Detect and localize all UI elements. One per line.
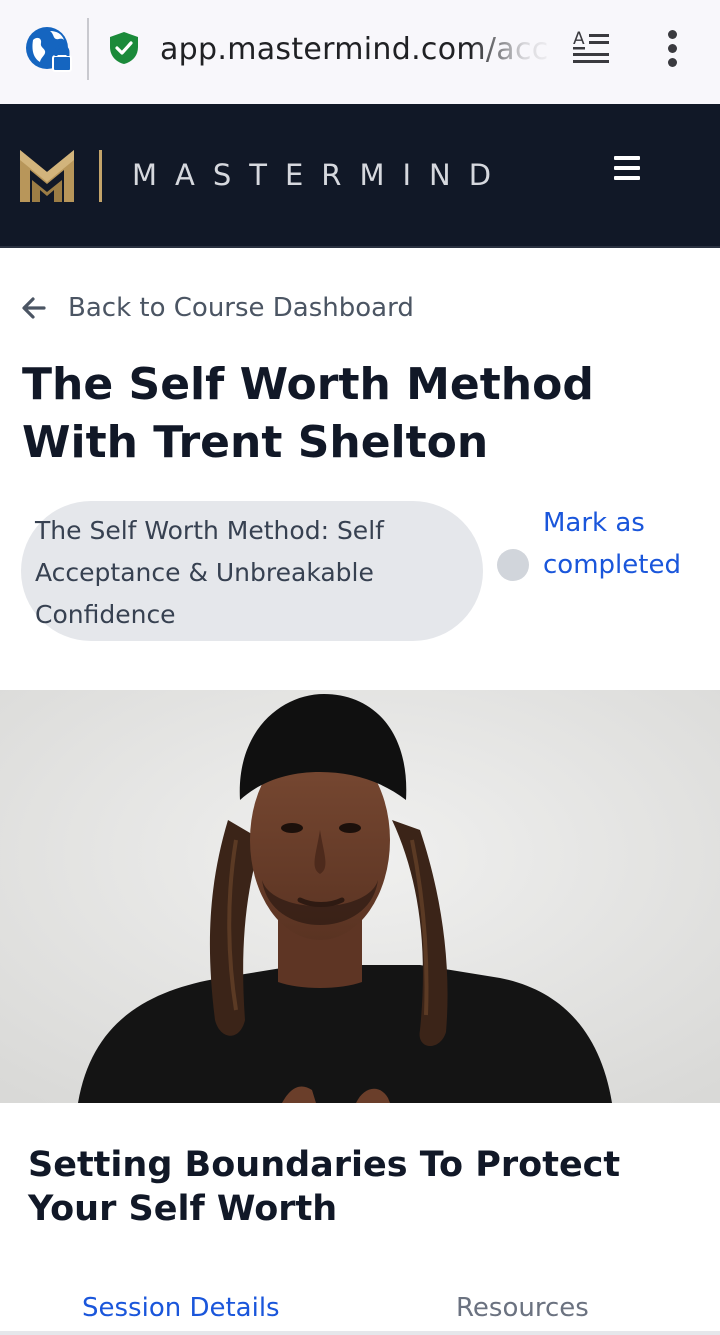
mark-completed-label[interactable]: Mark as completed [543,502,718,586]
browser-address-bar: app.mastermind.com/acc A [0,0,720,104]
url-fade [470,24,560,76]
brand-name[interactable]: MASTERMIND [132,152,509,198]
shield-check-icon[interactable] [108,31,140,65]
hamburger-icon[interactable] [614,156,644,184]
tab-session-details[interactable]: Session Details [82,1288,280,1328]
module-selector[interactable]: The Self Worth Method: Self Acceptance &… [21,501,483,641]
reader-mode-icon[interactable]: A [570,26,614,70]
svg-text:A: A [573,29,585,49]
mastermind-m-logo[interactable] [20,150,74,202]
mark-completed-toggle[interactable]: Mark as completed [496,502,716,602]
url-divider [87,18,89,80]
brand-separator [99,150,102,202]
instructor-video-thumbnail [0,690,720,1103]
page-title: The Self Worth Method With Trent Shelton [22,359,594,468]
session-title: Setting Boundaries To Protect Your Self … [28,1145,621,1229]
globe-lock-icon[interactable] [25,26,73,74]
kebab-menu-icon[interactable] [656,28,688,68]
site-header: MASTERMIND [0,104,720,248]
completed-radio[interactable] [497,549,529,581]
arrow-left-icon [22,297,46,319]
video-player[interactable] [0,690,720,1103]
back-link-label: Back to Course Dashboard [68,293,414,323]
tab-divider [0,1331,720,1335]
tab-resources[interactable]: Resources [456,1288,589,1328]
module-label: The Self Worth Method: Self Acceptance &… [35,516,384,629]
back-to-dashboard-link[interactable]: Back to Course Dashboard [20,288,414,328]
